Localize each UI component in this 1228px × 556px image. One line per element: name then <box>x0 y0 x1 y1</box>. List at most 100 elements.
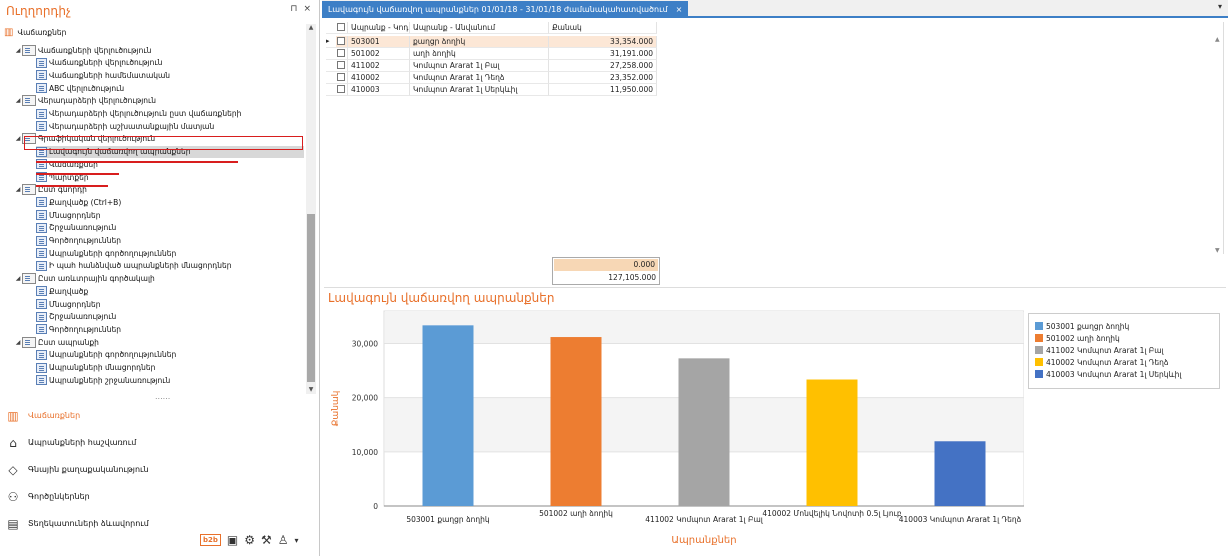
bar[interactable] <box>934 441 986 506</box>
grid-totals: 0.000 127,105.000 <box>552 257 660 285</box>
b2b-button[interactable]: b2b <box>200 534 221 546</box>
cell-code[interactable]: 410003 <box>348 84 410 96</box>
cell-qty[interactable]: 11,950.000 <box>549 84 657 96</box>
scroll-down-icon[interactable]: ▼ <box>306 386 316 394</box>
report-window: Լավագույն վաճառվող ապրանքներ 01/01/18 - … <box>322 0 1228 556</box>
row-checkbox[interactable] <box>337 85 345 93</box>
building-icon: ⌂ <box>9 435 17 450</box>
tree-item[interactable]: ◢ Վերադարձերի վերլուծություն <box>14 95 156 107</box>
table-row[interactable]: 410002 Կոմպոտ Ararat 1լ Դեղձ 23,352.000 <box>326 72 657 84</box>
tree-item[interactable]: Մնացորդներ <box>36 209 101 221</box>
clipboard-icon[interactable]: ▣ <box>227 533 238 547</box>
scroll-thumb[interactable] <box>307 214 315 382</box>
tree-item[interactable]: Վաճառքների վերլուծություն <box>36 57 162 69</box>
tree-item[interactable]: Ապրանքների գործողություններ <box>36 247 176 259</box>
nav-item[interactable]: ▥ Վաճառքներ <box>0 402 318 429</box>
tree-item[interactable]: Քաղվածք <box>36 285 88 297</box>
user-settings-icon[interactable]: ⚙ <box>244 533 255 547</box>
tree-item-label: Ըստ գնորդի <box>38 185 87 195</box>
row-checkbox[interactable] <box>337 49 345 57</box>
row-checkbox[interactable] <box>337 73 345 81</box>
close-icon[interactable]: × <box>303 4 311 14</box>
tree-item[interactable]: Վերադարձերի աշխատանքային մատյան <box>36 120 214 132</box>
nav-item[interactable]: ⌂ Ապրանքների հաշվառում <box>0 429 318 456</box>
tree-item[interactable]: Վաճառքների համեմատական <box>36 69 170 81</box>
cell-name[interactable]: աղի ձողիկ <box>410 48 549 60</box>
grid-scroll-down-icon[interactable]: ▼ <box>1215 247 1220 254</box>
legend-entry: 410003 Կոմպոտ Ararat 1լ Սերկևիլ <box>1035 368 1213 380</box>
grid-scrollbar[interactable]: ▲ ▼ <box>1215 22 1223 254</box>
tab-menu-icon[interactable]: ▾ <box>1218 2 1222 11</box>
cell-name[interactable]: քաղցր ձողիկ <box>410 36 549 48</box>
row-checkbox[interactable] <box>337 37 345 45</box>
cell-qty[interactable]: 27,258.000 <box>549 60 657 72</box>
x-tick-label: 501002 աղի ձողիկ <box>539 509 613 518</box>
row-indicator <box>326 60 336 72</box>
col-name[interactable]: Ապրանք - Անվանում <box>410 22 549 34</box>
col-code[interactable]: Ապրանք - Կոդ <box>348 22 410 34</box>
grid-scroll-up-icon[interactable]: ▲ <box>1215 36 1220 43</box>
cell-name[interactable]: Կոմպոտ Ararat 1լ Դեղձ <box>410 72 549 84</box>
expand-caret-icon[interactable]: ◢ <box>14 339 22 346</box>
tree-item[interactable]: Վերադարձերի վերլուծություն ըստ վաճառքներ… <box>36 108 241 120</box>
cell-code[interactable]: 411002 <box>348 60 410 72</box>
report-icon <box>36 286 47 297</box>
bar[interactable] <box>806 379 858 506</box>
table-row[interactable]: ▸ 503001 քաղցր ձողիկ 33,354.000 <box>326 36 657 48</box>
cell-code[interactable]: 501002 <box>348 48 410 60</box>
tab-close-icon[interactable]: × <box>676 5 683 14</box>
tree-item[interactable]: Ապրանքների գործողություններ <box>36 349 176 361</box>
tree-item[interactable]: Ի պահ հանձնված ապրանքների մնացորդներ <box>36 260 231 272</box>
pin-icon[interactable]: ⊓ <box>290 4 297 14</box>
tools-icon[interactable]: ⚒ <box>261 533 272 547</box>
report-icon <box>36 70 47 81</box>
col-qty[interactable]: Քանակ <box>549 22 657 34</box>
table-row[interactable]: 501002 աղի ձողիկ 31,191.000 <box>326 48 657 60</box>
scroll-up-icon[interactable]: ▲ <box>306 24 316 32</box>
y-tick-label: 30,000 <box>352 340 378 349</box>
row-checkbox[interactable] <box>337 61 345 69</box>
tree-item-label: Ապրանքների մնացորդներ <box>49 363 156 372</box>
x-tick-label: 410003 Կոմպոտ Ararat 1լ Դեղձ <box>899 515 1021 524</box>
table-row[interactable]: 410003 Կոմպոտ Ararat 1լ Սերկևիլ 11,950.000 <box>326 84 657 96</box>
tree-item[interactable]: Ապրանքների շրջանառություն <box>36 374 170 386</box>
cell-code[interactable]: 410002 <box>348 72 410 84</box>
select-all-checkbox[interactable] <box>337 23 345 31</box>
cell-name[interactable]: Կոմպոտ Ararat 1լ Բալ <box>410 60 549 72</box>
expand-caret-icon[interactable]: ◢ <box>14 135 22 142</box>
tree-item[interactable]: ABC վերլուծություն <box>36 82 124 94</box>
cell-qty[interactable]: 23,352.000 <box>549 72 657 84</box>
nav-item[interactable]: ◇ Գնային քաղաքականություն <box>0 456 318 483</box>
tree-item[interactable]: Շրջանառություն <box>36 222 116 234</box>
user-icon[interactable]: ♙ <box>278 533 289 547</box>
tree-item[interactable]: Քաղվածք (Ctrl+B) <box>36 196 121 208</box>
nav-item-label: Ապրանքների հաշվառում <box>28 438 137 447</box>
tree-item[interactable]: Ապրանքների մնացորդներ <box>36 362 155 374</box>
bar[interactable] <box>550 337 602 506</box>
tree-item[interactable]: ◢ Վաճառքների վերլուծություն <box>14 44 151 56</box>
bar[interactable] <box>678 358 730 506</box>
tab-top-selling[interactable]: Լավագույն վաճառվող ապրանքներ 01/01/18 - … <box>322 1 689 18</box>
nav-item[interactable]: ⚇ Գործընկերներ <box>0 483 318 510</box>
expand-caret-icon[interactable]: ◢ <box>14 97 22 104</box>
expand-caret-icon[interactable]: ◢ <box>14 186 22 193</box>
bar[interactable] <box>422 325 474 506</box>
tree-item[interactable]: Գործողություններ <box>36 235 121 247</box>
more-dropdown-icon[interactable]: ▾ <box>295 536 299 545</box>
expand-caret-icon[interactable]: ◢ <box>14 275 22 282</box>
row-select <box>336 48 348 60</box>
expand-caret-icon[interactable]: ◢ <box>14 47 22 54</box>
tree-scrollbar[interactable]: ▲ ▼ <box>306 24 316 394</box>
tree-item[interactable]: ◢ Ըստ առևտրային գործակալի <box>14 273 155 285</box>
cell-qty[interactable]: 31,191.000 <box>549 48 657 60</box>
tree-item[interactable]: Գործողություններ <box>36 323 121 335</box>
cell-name[interactable]: Կոմպոտ Ararat 1լ Սերկևիլ <box>410 84 549 96</box>
panel-controls: ⊓ × <box>290 4 311 14</box>
cell-code[interactable]: 503001 <box>348 36 410 48</box>
tree-item[interactable]: Շրջանառություն <box>36 311 116 323</box>
tree-item[interactable]: Մնացորդներ <box>36 298 101 310</box>
table-row[interactable]: 411002 Կոմպոտ Ararat 1լ Բալ 27,258.000 <box>326 60 657 72</box>
cell-qty[interactable]: 33,354.000 <box>549 36 657 48</box>
tree-root[interactable]: ▥ Վաճառքներ <box>4 26 66 38</box>
tree-item[interactable]: ◢ Ըստ ապրանքի <box>14 336 99 348</box>
